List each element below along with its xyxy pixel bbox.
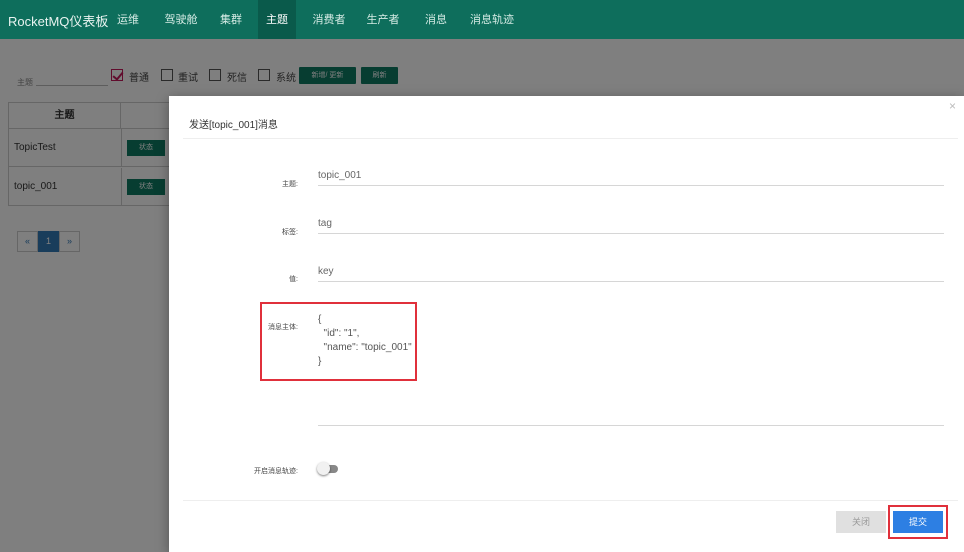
nav-item-producer[interactable]: 生产者 bbox=[361, 0, 405, 39]
topic-field[interactable]: topic_001 bbox=[318, 170, 361, 181]
close-icon[interactable]: × bbox=[949, 99, 956, 113]
key-field-underline bbox=[318, 281, 944, 282]
key-field[interactable]: key bbox=[318, 266, 334, 277]
topic-field-label: 主题: bbox=[282, 181, 298, 188]
nav-item-message-trace[interactable]: 消息轨迹 bbox=[466, 0, 518, 39]
highlight-box-body bbox=[260, 302, 417, 381]
tag-field-underline bbox=[318, 233, 944, 234]
dialog-title: 发送[topic_001]消息 bbox=[189, 120, 278, 131]
send-message-dialog: 发送[topic_001]消息 × 主题: topic_001 标签: tag … bbox=[169, 96, 964, 552]
trace-toggle-label: 开启消息轨迹: bbox=[254, 468, 298, 475]
nav-item-consumer[interactable]: 消费者 bbox=[307, 0, 351, 39]
brand-title[interactable]: RocketMQ仪表板 bbox=[8, 11, 108, 30]
trace-toggle-knob[interactable] bbox=[317, 462, 330, 475]
close-button[interactable]: 关闭 bbox=[836, 511, 886, 533]
tag-field[interactable]: tag bbox=[318, 218, 332, 229]
nav-item-ops[interactable]: 运维 bbox=[110, 0, 146, 39]
nav-item-dashboard[interactable]: 驾驶舱 bbox=[159, 0, 203, 39]
divider bbox=[183, 500, 958, 501]
top-navbar: RocketMQ仪表板 运维 驾驶舱 集群 主题 消费者 生产者 消息 消息轨迹 bbox=[0, 0, 964, 39]
nav-item-cluster[interactable]: 集群 bbox=[212, 0, 250, 39]
key-field-label: 值: bbox=[289, 276, 298, 283]
message-body-underline bbox=[318, 425, 944, 426]
nav-item-message[interactable]: 消息 bbox=[418, 0, 454, 39]
nav-item-topic[interactable]: 主题 bbox=[258, 0, 296, 39]
topic-field-underline bbox=[318, 185, 944, 186]
tag-field-label: 标签: bbox=[282, 229, 298, 236]
highlight-box-submit bbox=[888, 505, 948, 539]
divider bbox=[183, 138, 958, 139]
